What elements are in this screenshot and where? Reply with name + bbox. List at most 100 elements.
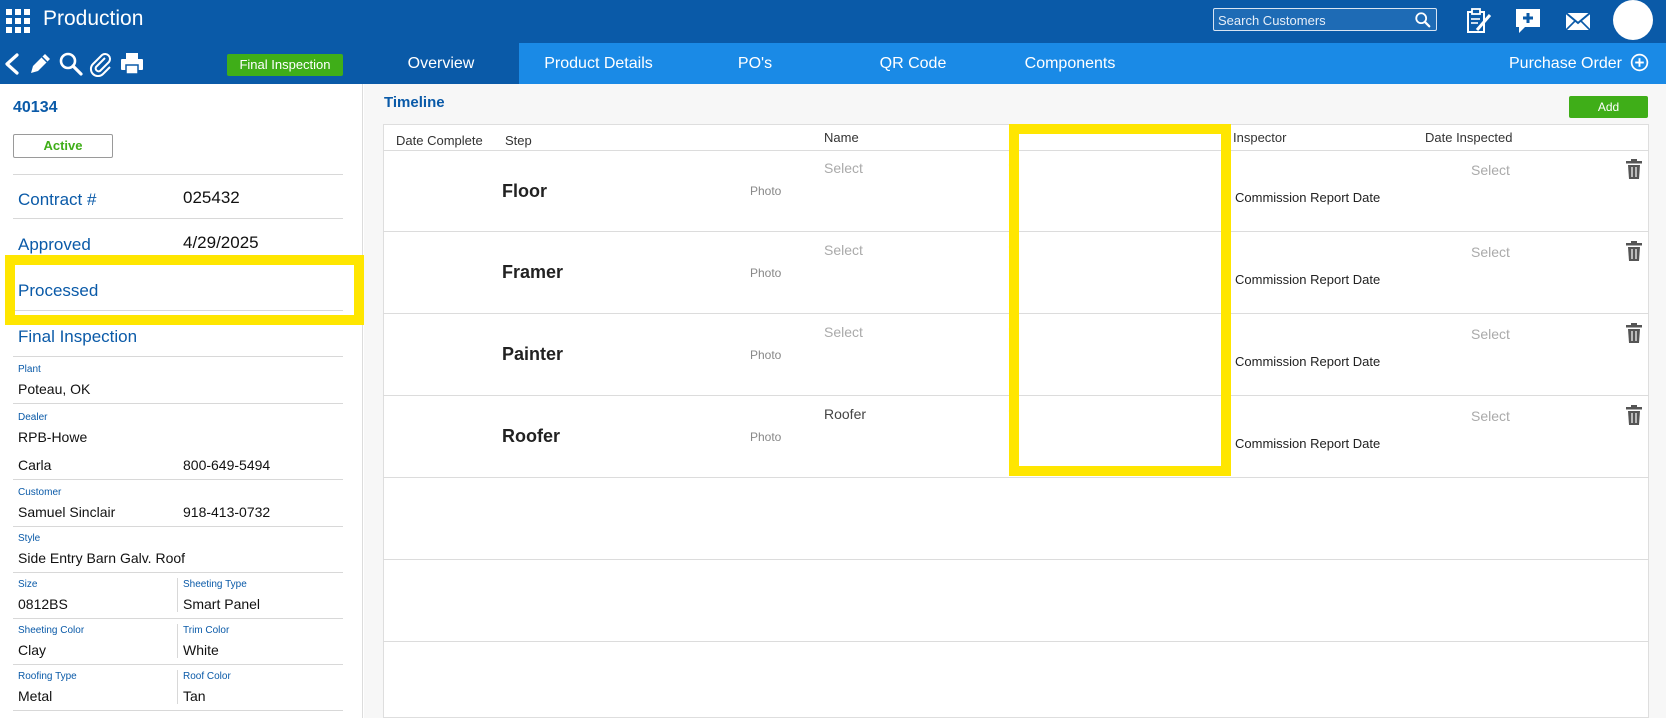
search-icon[interactable] — [58, 51, 84, 77]
column-divider — [177, 578, 178, 612]
trash-icon[interactable] — [1625, 159, 1643, 179]
dealer-phone: 800-649-5494 — [183, 457, 271, 473]
size-label: Size — [18, 579, 38, 590]
name-select[interactable]: Select — [824, 242, 863, 258]
divider — [13, 618, 343, 619]
commission-report-date: Commission Report Date — [1235, 354, 1381, 369]
approved-label: Approved — [18, 235, 91, 254]
divider — [13, 403, 343, 404]
column-header-name: Name — [824, 130, 859, 145]
approved-value: 4/29/2025 — [183, 233, 259, 252]
roof-color-label: Roof Color — [183, 671, 231, 682]
photo-link[interactable]: Photo — [750, 266, 781, 280]
search-icon[interactable] — [1414, 11, 1432, 29]
row-divider — [383, 477, 1649, 478]
trash-icon[interactable] — [1625, 405, 1643, 425]
photo-link[interactable]: Photo — [750, 348, 781, 362]
contract-value: 025432 — [183, 188, 240, 207]
trash-icon[interactable] — [1625, 241, 1643, 261]
commission-report-date: Commission Report Date — [1235, 190, 1381, 205]
tab-qr-code[interactable]: QR Code — [853, 43, 973, 84]
column-divider — [177, 670, 178, 704]
column-header-inspector: Inspector — [1233, 130, 1287, 145]
order-summary-panel — [0, 84, 363, 718]
trim-color-label: Trim Color — [183, 625, 230, 636]
user-avatar[interactable] — [1613, 0, 1653, 40]
final-inspection-label: Final Inspection — [18, 327, 138, 346]
customer-value: Samuel Sinclair — [18, 504, 116, 520]
step-name: Framer — [502, 262, 564, 282]
paperclip-icon[interactable] — [88, 51, 114, 77]
trim-color-value: White — [183, 642, 219, 658]
status-badge[interactable]: Active — [13, 134, 113, 158]
divider — [13, 174, 343, 175]
sub-navigation-bar: Final Inspection Overview Product Detail… — [0, 43, 1666, 84]
photo-link[interactable]: Photo — [750, 184, 781, 198]
order-number: 40134 — [13, 99, 58, 116]
highlight-box-column — [1009, 124, 1231, 476]
tab-overview[interactable]: Overview — [363, 43, 519, 84]
roof-color-value: Tan — [183, 688, 206, 704]
app-title: Production — [43, 7, 144, 30]
contract-label: Contract # — [18, 190, 97, 209]
roofing-type-label: Roofing Type — [18, 671, 77, 682]
mail-icon[interactable] — [1563, 6, 1593, 36]
column-header-step: Step — [505, 133, 532, 148]
step-name: Roofer — [502, 426, 560, 446]
name-select[interactable]: Select — [824, 324, 863, 340]
add-button[interactable]: Add — [1569, 96, 1648, 118]
divider — [13, 710, 343, 711]
name-select[interactable]: Select — [824, 160, 863, 176]
back-chevron-icon[interactable] — [0, 51, 26, 77]
dealer-label: Dealer — [18, 412, 48, 423]
date-inspected-select[interactable]: Select — [1471, 408, 1510, 424]
highlight-box-processed — [5, 255, 364, 325]
trash-icon[interactable] — [1625, 323, 1643, 343]
column-header-date-inspected: Date Inspected — [1425, 130, 1513, 145]
name-select[interactable]: Roofer — [824, 406, 866, 422]
divider — [13, 572, 343, 573]
roofing-type-value: Metal — [18, 688, 53, 704]
sheeting-type-value: Smart Panel — [183, 596, 261, 612]
print-icon[interactable] — [119, 51, 145, 77]
column-header-date-complete: Date Complete — [396, 133, 483, 148]
edit-note-icon[interactable] — [1463, 6, 1493, 36]
search-box[interactable] — [1213, 8, 1437, 31]
style-value: Side Entry Barn Galv. Roof — [18, 550, 186, 566]
commission-report-date: Commission Report Date — [1235, 436, 1381, 451]
tab-components[interactable]: Components — [1010, 43, 1130, 84]
row-divider — [383, 559, 1649, 560]
commission-report-date: Commission Report Date — [1235, 272, 1381, 287]
date-inspected-select[interactable]: Select — [1471, 326, 1510, 342]
date-inspected-select[interactable]: Select — [1471, 244, 1510, 260]
step-name: Floor — [502, 181, 547, 201]
toolbar: Final Inspection — [0, 43, 363, 84]
divider — [13, 218, 343, 219]
row-divider — [383, 641, 1649, 642]
tab-pos[interactable]: PO's — [700, 43, 810, 84]
stage-badge: Final Inspection — [227, 54, 343, 76]
divider — [13, 664, 343, 665]
top-bar: Production — [0, 0, 1666, 43]
step-name: Painter — [502, 344, 564, 364]
sheeting-color-value: Clay — [18, 642, 47, 658]
purchase-order-button[interactable]: Purchase Order — [1509, 43, 1649, 84]
size-value: 0812BS — [18, 596, 68, 612]
column-divider — [177, 624, 178, 658]
apps-grid-icon[interactable] — [6, 9, 30, 33]
tab-product-details[interactable]: Product Details — [519, 43, 678, 84]
customer-phone: 918-413-0732 — [183, 504, 271, 520]
date-inspected-select[interactable]: Select — [1471, 162, 1510, 178]
divider — [13, 526, 343, 527]
search-input[interactable] — [1218, 11, 1408, 29]
add-comment-icon[interactable] — [1513, 6, 1543, 36]
divider — [13, 479, 343, 480]
sheeting-type-label: Sheeting Type — [183, 579, 247, 590]
pencil-icon[interactable] — [27, 51, 53, 77]
sheeting-color-label: Sheeting Color — [18, 625, 85, 636]
plant-value: Poteau, OK — [18, 381, 91, 397]
style-label: Style — [18, 533, 41, 544]
plant-label: Plant — [18, 364, 41, 375]
plus-circle-icon — [1631, 53, 1649, 72]
photo-link[interactable]: Photo — [750, 430, 781, 444]
